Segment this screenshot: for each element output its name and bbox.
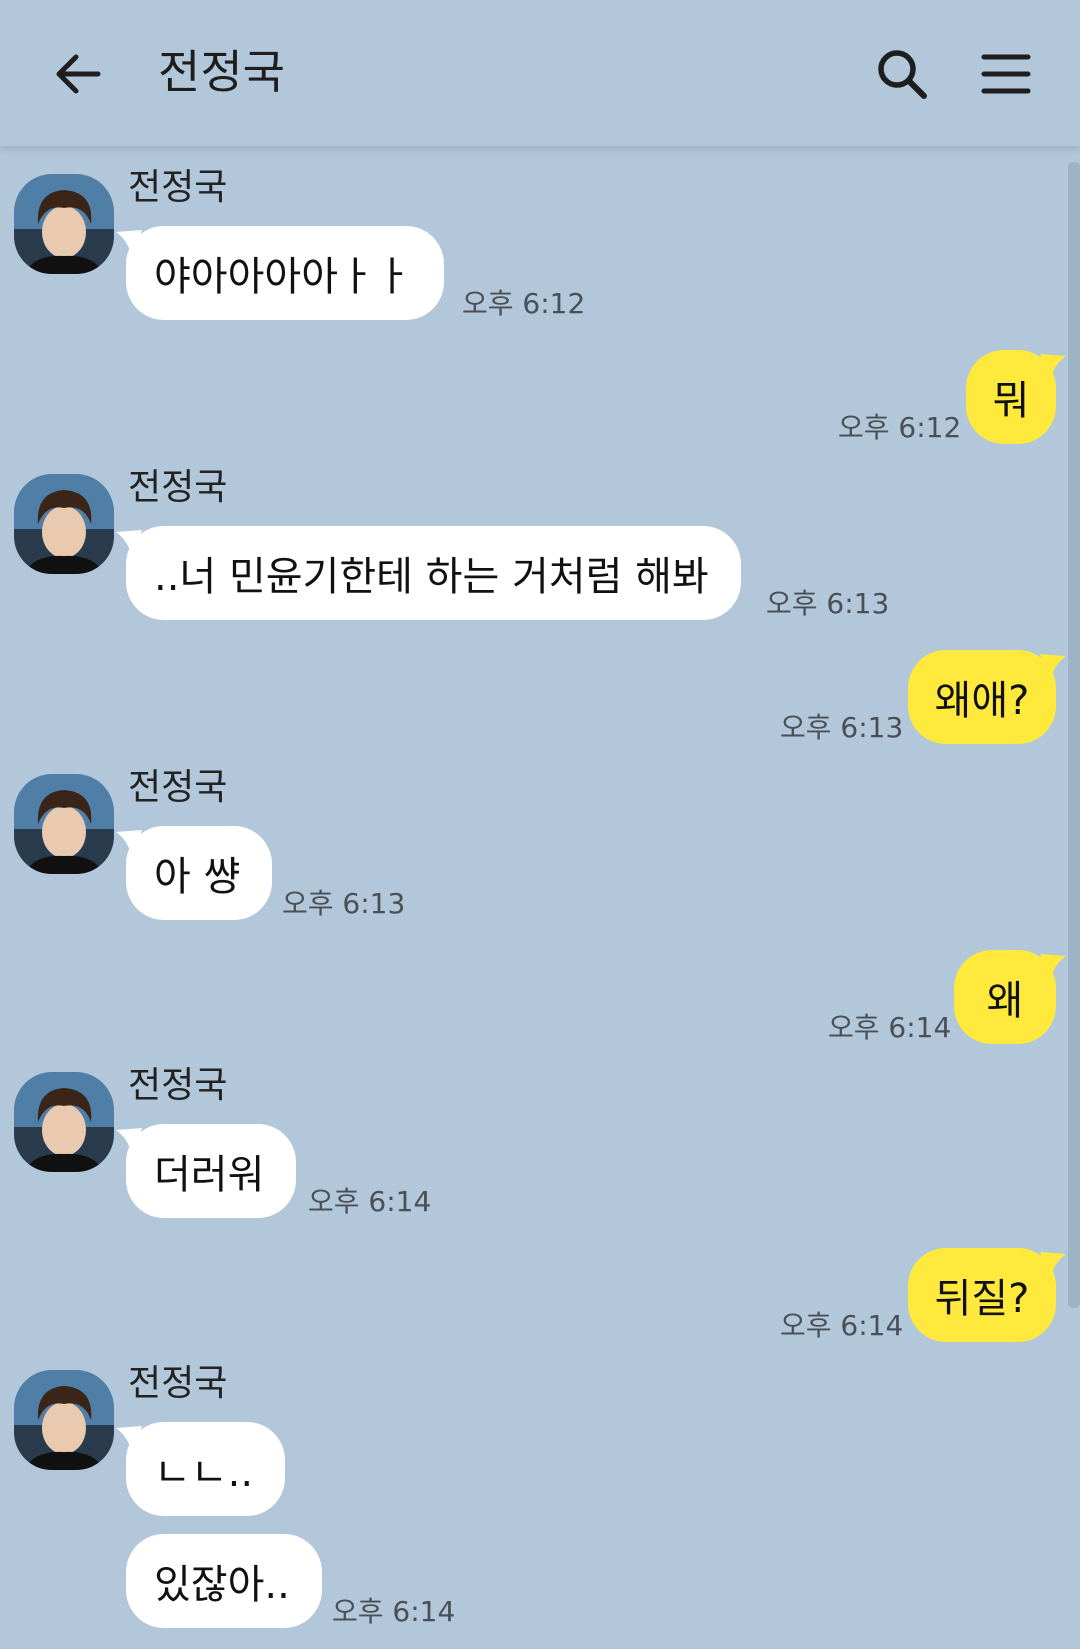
message-text: 야아아아아ㅏㅏ bbox=[154, 254, 412, 300]
profile-photo bbox=[14, 174, 114, 274]
message-text: ..너 민윤기한테 하는 거처럼 해봐 bbox=[154, 554, 709, 600]
menu-button[interactable] bbox=[976, 44, 1036, 104]
bubble-tail bbox=[116, 1426, 142, 1456]
sender-name: 전정국 bbox=[128, 1363, 228, 1404]
bubble-tail bbox=[1040, 354, 1066, 384]
profile-photo bbox=[14, 774, 114, 874]
message-text: 뭐 bbox=[992, 378, 1030, 424]
outgoing-message-bubble[interactable]: 왜 bbox=[954, 950, 1066, 1044]
avatar[interactable] bbox=[14, 1072, 114, 1172]
bubble-tail bbox=[116, 230, 142, 260]
back-button[interactable] bbox=[48, 44, 108, 104]
incoming-message-bubble[interactable]: 아 썅 bbox=[116, 826, 273, 920]
message-time: 오후 6:13 bbox=[780, 711, 904, 744]
avatar[interactable] bbox=[14, 174, 114, 274]
message-text: 있잖아.. bbox=[154, 1562, 290, 1608]
message-text: 아 썅 bbox=[154, 854, 241, 900]
message-time: 오후 6:14 bbox=[308, 1185, 432, 1218]
bubble-tail bbox=[116, 530, 142, 560]
profile-photo bbox=[14, 1072, 114, 1172]
message-text: ㄴㄴ.. bbox=[154, 1450, 254, 1496]
incoming-message-bubble[interactable]: 야아아아아ㅏㅏ bbox=[116, 226, 444, 320]
search-icon bbox=[878, 50, 927, 99]
chat-message-list: 전정국 야아아아아ㅏㅏ 오후 6:12 뭐 오후 6:12 전정국 ..너 민윤… bbox=[0, 146, 1080, 1649]
incoming-message-bubble[interactable]: 있잖아.. bbox=[126, 1534, 322, 1628]
incoming-message-bubble[interactable]: 더러워 bbox=[116, 1124, 297, 1218]
bubble-tail bbox=[1040, 1252, 1066, 1282]
sender-name: 전정국 bbox=[128, 467, 228, 508]
profile-photo bbox=[14, 1370, 114, 1470]
message-text: 더러워 bbox=[154, 1152, 265, 1198]
message-time: 오후 6:14 bbox=[332, 1595, 456, 1628]
outgoing-message-bubble[interactable]: 뒤질? bbox=[908, 1248, 1066, 1342]
incoming-message-bubble[interactable]: ㄴㄴ.. bbox=[116, 1422, 286, 1516]
sender-name: 전정국 bbox=[128, 1065, 228, 1106]
outgoing-message-bubble[interactable]: 뭐 bbox=[966, 350, 1066, 444]
hamburger-menu-icon bbox=[981, 54, 1031, 94]
sender-name: 전정국 bbox=[128, 767, 228, 808]
bubble-tail bbox=[1040, 954, 1066, 984]
message-time: 오후 6:12 bbox=[462, 287, 586, 320]
message-time: 오후 6:12 bbox=[838, 411, 962, 444]
chat-header: 전정국 bbox=[0, 0, 1080, 146]
message-time: 오후 6:14 bbox=[828, 1011, 952, 1044]
bubble-tail bbox=[116, 1128, 142, 1158]
arrow-left-icon bbox=[56, 54, 101, 94]
message-time: 오후 6:13 bbox=[282, 887, 406, 920]
chat-title: 전정국 bbox=[158, 45, 285, 99]
message-time: 오후 6:14 bbox=[780, 1309, 904, 1342]
message-text: 왜 bbox=[986, 978, 1024, 1024]
avatar[interactable] bbox=[14, 1370, 114, 1470]
avatar[interactable] bbox=[14, 474, 114, 574]
bubble-tail bbox=[1040, 654, 1066, 684]
message-time: 오후 6:13 bbox=[766, 587, 890, 620]
avatar[interactable] bbox=[14, 774, 114, 874]
profile-photo bbox=[14, 474, 114, 574]
incoming-message-bubble[interactable]: ..너 민윤기한테 하는 거처럼 해봐 bbox=[116, 526, 741, 620]
bubble-tail bbox=[116, 830, 142, 860]
sender-name: 전정국 bbox=[128, 167, 228, 208]
outgoing-message-bubble[interactable]: 왜애? bbox=[908, 650, 1066, 744]
search-button[interactable] bbox=[872, 44, 932, 104]
message-text: 뒤질? bbox=[934, 1276, 1030, 1322]
message-text: 왜애? bbox=[934, 678, 1030, 724]
